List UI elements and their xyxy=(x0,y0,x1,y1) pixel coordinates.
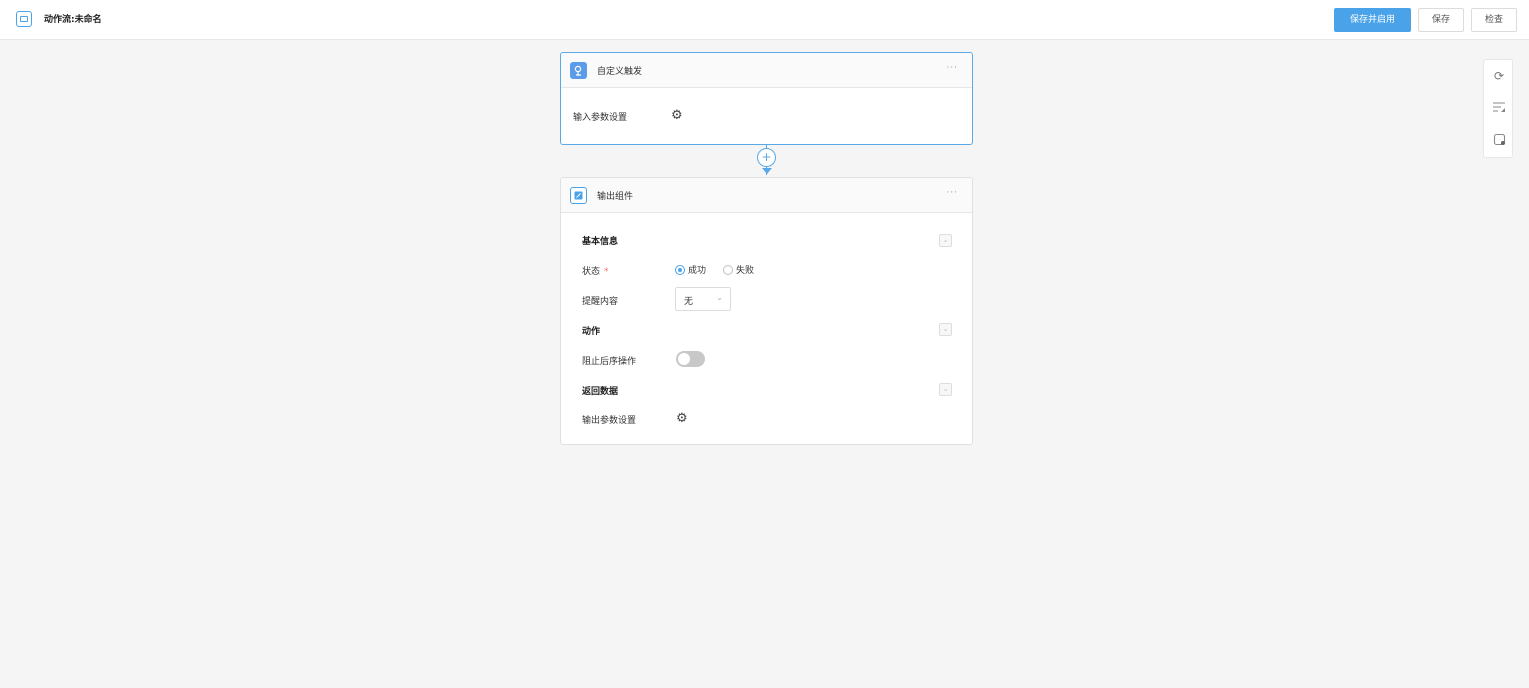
radio-checked-icon xyxy=(675,264,685,275)
check-button[interactable]: 检查 xyxy=(1471,8,1517,32)
section-return-data: 返回数据 xyxy=(582,387,619,397)
trigger-node-title: 自定义触发 xyxy=(597,67,643,77)
connector-arrow-icon xyxy=(762,168,772,174)
reminder-select[interactable]: 无 ⌄ xyxy=(675,287,731,311)
output-icon xyxy=(570,187,587,204)
reminder-label: 提醒内容 xyxy=(582,297,619,307)
trigger-node-more-icon[interactable]: ··· xyxy=(946,63,958,73)
gear-icon[interactable]: ⚙ xyxy=(676,412,690,426)
add-node-button[interactable]: + xyxy=(757,148,776,167)
workflow-icon xyxy=(16,11,32,27)
required-mark: * xyxy=(604,267,609,277)
output-params-label: 输出参数设置 xyxy=(582,416,637,426)
collapse-basic-chevron-down-icon[interactable]: ⌄ xyxy=(939,234,952,247)
radio-failure[interactable]: 失败 xyxy=(723,263,754,276)
save-button[interactable]: 保存 xyxy=(1418,8,1464,32)
radio-unchecked-icon xyxy=(723,264,733,275)
fit-view-icon[interactable] xyxy=(1484,130,1514,154)
output-node-header: 输出组件 ··· xyxy=(561,178,972,213)
save-and-enable-button[interactable]: 保存并启用 xyxy=(1334,8,1411,32)
page-title: 动作流:未命名 xyxy=(44,15,102,25)
status-label: 状态 * xyxy=(582,267,609,277)
stop-subsequent-label: 阻止后序操作 xyxy=(582,357,637,367)
trigger-node-card[interactable]: 自定义触发 ··· 输入参数设置 ⚙ xyxy=(560,52,973,145)
output-node-more-icon[interactable]: ··· xyxy=(946,188,958,198)
section-basic-info: 基本信息 xyxy=(582,237,619,247)
output-node-title: 输出组件 xyxy=(597,192,634,202)
canvas-toolbar: ⟳ xyxy=(1483,59,1513,158)
trigger-icon xyxy=(570,62,587,79)
top-bar: 动作流:未命名 保存并启用 保存 检查 xyxy=(0,0,1529,40)
chevron-down-icon: ⌄ xyxy=(716,293,723,302)
input-params-label: 输入参数设置 xyxy=(573,113,628,123)
layout-icon[interactable] xyxy=(1484,97,1514,121)
output-node-card[interactable]: 输出组件 ··· 基本信息 ⌄ 状态 * 成功 失败 提醒内容 无 ⌄ 动作 ⌄ … xyxy=(560,177,973,445)
refresh-icon[interactable]: ⟳ xyxy=(1484,64,1514,88)
trigger-node-header: 自定义触发 ··· xyxy=(561,53,972,88)
collapse-return-chevron-down-icon[interactable]: ⌄ xyxy=(939,383,952,396)
section-action: 动作 xyxy=(582,327,601,337)
radio-success[interactable]: 成功 xyxy=(675,263,706,276)
stop-subsequent-toggle[interactable] xyxy=(676,351,705,367)
gear-icon[interactable]: ⚙ xyxy=(671,109,685,123)
collapse-action-chevron-down-icon[interactable]: ⌄ xyxy=(939,323,952,336)
